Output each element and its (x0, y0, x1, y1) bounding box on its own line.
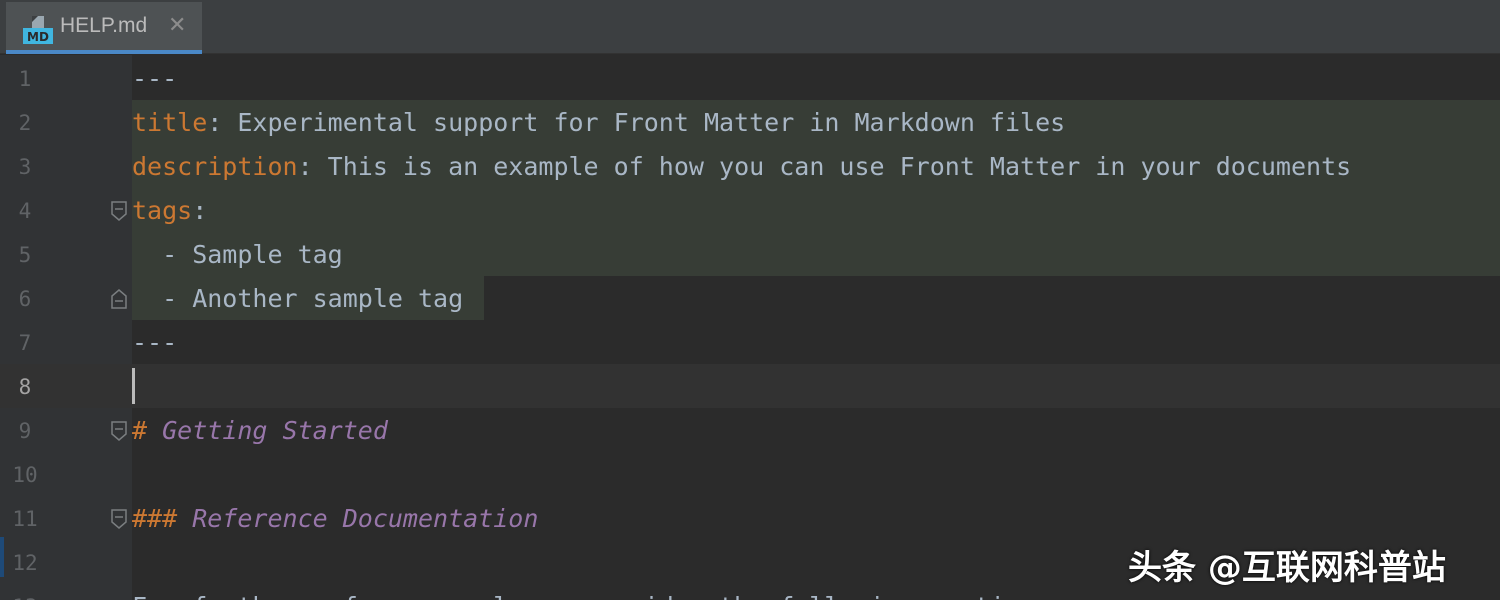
fold-open-icon[interactable] (110, 508, 128, 530)
code-line[interactable]: 10 (0, 453, 1500, 497)
code-token: For further reference, please consider t… (132, 592, 1065, 600)
code-token: Reference Documentation (177, 504, 539, 533)
code-token: - Another sample tag (132, 284, 464, 313)
text-caret (132, 368, 135, 404)
line-number: 4 (18, 199, 32, 223)
code-token: --- (132, 64, 178, 93)
fold-open-icon[interactable] (110, 420, 128, 442)
code-token: description (132, 152, 298, 181)
code-line[interactable]: 11 ### Reference Documentation (0, 497, 1500, 541)
code-line[interactable]: 3 description: This is an example of how … (0, 145, 1500, 189)
code-line[interactable]: 4 tags: (0, 189, 1500, 233)
code-token: tags (132, 196, 193, 225)
code-line[interactable]: 7 --- (0, 321, 1500, 365)
line-number: 2 (18, 111, 32, 135)
line-number: 5 (18, 243, 32, 267)
line-text: # Getting Started (132, 409, 388, 453)
gutter-marker (0, 537, 4, 577)
code-token: title (132, 108, 208, 137)
line-text: tags: (132, 189, 207, 233)
line-text: --- (132, 321, 177, 365)
tab-label: HELP.md (60, 14, 148, 37)
fold-close-icon[interactable] (110, 288, 128, 310)
code-token: # (132, 416, 148, 445)
line-text: --- (132, 57, 177, 101)
code-token: ### (132, 504, 178, 533)
watermark: 头条 @互联网科普站 (1128, 548, 1446, 588)
line-number: 7 (18, 331, 32, 355)
line-text: For further reference, please consider t… (132, 585, 1065, 600)
line-text: ### Reference Documentation (132, 497, 538, 541)
code-line[interactable]: 1 --- (0, 57, 1500, 101)
code-line[interactable]: 5 - Sample tag (0, 233, 1500, 277)
code-token: - Sample tag (132, 240, 343, 269)
tab-help-md[interactable]: MD HELP.md ✕ (6, 2, 202, 54)
line-number: 3 (18, 155, 32, 179)
svg-text:MD: MD (27, 30, 49, 44)
code-line[interactable]: 6 - Another sample tag (0, 277, 1500, 321)
line-number: 8 (18, 375, 32, 399)
code-token: --- (132, 328, 178, 357)
line-text: title: Experimental support for Front Ma… (132, 101, 1065, 145)
code-token: Getting Started (147, 416, 388, 445)
line-number: 1 (18, 67, 32, 91)
close-icon[interactable]: ✕ (168, 12, 186, 40)
code-line[interactable]: 9 # Getting Started (0, 409, 1500, 453)
code-token: : (192, 196, 208, 225)
code-editor[interactable]: 1 --- 2 title: Experimental support for Fro… (0, 55, 1500, 600)
line-number: 13 (0, 585, 50, 600)
line-text: - Sample tag (132, 233, 343, 277)
line-number: 11 (12, 507, 38, 531)
code-token: : Experimental support for Front Matter … (207, 108, 1066, 137)
line-text: description: This is an example of how y… (132, 145, 1351, 189)
markdown-file-icon: MD (23, 16, 53, 44)
line-text: - Another sample tag (132, 277, 463, 321)
editor-tab-bar: MD HELP.md ✕ (0, 0, 1500, 54)
line-number: 12 (12, 551, 38, 575)
code-line[interactable]: 8 (0, 365, 1500, 409)
code-line[interactable]: 2 title: Experimental support for Front M… (0, 101, 1500, 145)
line-number: 6 (18, 287, 32, 311)
line-number: 10 (12, 463, 38, 487)
line-number: 9 (18, 419, 32, 443)
code-token: : This is an example of how you can use … (297, 152, 1352, 181)
fold-open-icon[interactable] (110, 200, 128, 222)
